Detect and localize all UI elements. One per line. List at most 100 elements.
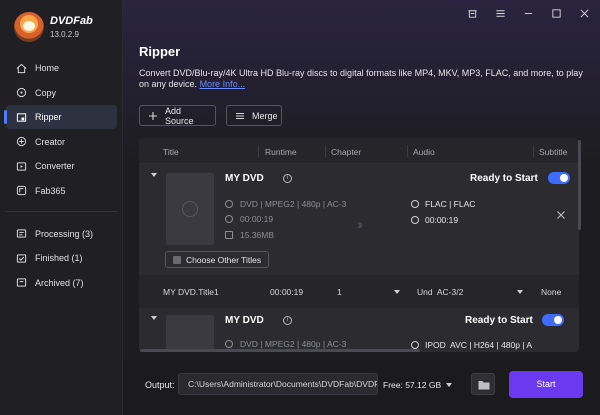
dvd-format: DVD | MPEG2 | 480p | AC-3 bbox=[225, 339, 346, 349]
minimize-icon[interactable] bbox=[523, 8, 534, 19]
source-item: MY DVD i DVD | MPEG2 | 480p | AC-3 IPOD … bbox=[139, 308, 579, 352]
status-text: Ready to Start bbox=[465, 315, 533, 326]
profile-icon bbox=[411, 341, 419, 349]
table-row[interactable]: MY DVD.Title1 00:00:19 1 Und AC-3/2 None bbox=[139, 277, 579, 305]
row-subtitle[interactable]: None bbox=[541, 287, 561, 297]
sidebar-item-label: Processing (3) bbox=[35, 228, 94, 239]
creator-icon bbox=[16, 136, 27, 147]
sidebar-item-converter[interactable]: Converter bbox=[6, 154, 117, 178]
sidebar-item-ripper[interactable]: Ripper bbox=[6, 105, 117, 129]
start-button[interactable]: Start bbox=[509, 371, 583, 398]
sidebar-item-label: Archived (7) bbox=[35, 277, 84, 288]
converter-icon bbox=[16, 161, 27, 172]
horizontal-scrollbar[interactable] bbox=[140, 349, 420, 352]
header-divider bbox=[407, 145, 408, 157]
sidebar-nav: Home Copy Ripper Creator Converter Fab36… bbox=[6, 56, 117, 295]
more-info-link[interactable]: More Info... bbox=[200, 79, 246, 89]
header-divider bbox=[258, 145, 259, 157]
maximize-icon[interactable] bbox=[551, 8, 562, 19]
clock-icon bbox=[225, 215, 233, 223]
dvd-name: MY DVD bbox=[225, 173, 264, 184]
status-text: Ready to Start bbox=[470, 173, 538, 184]
chevron-down-icon[interactable] bbox=[517, 290, 523, 294]
brand: DVDFab 13.0.2.9 bbox=[14, 12, 93, 42]
sidebar-item-archived[interactable]: Archived (7) bbox=[6, 271, 117, 295]
output-label: Output: bbox=[145, 380, 175, 390]
dvd-duration: 00:00:19 bbox=[225, 214, 273, 224]
brand-name: DVDFab bbox=[50, 15, 93, 27]
menu-icon[interactable] bbox=[495, 8, 506, 19]
header-audio: Audio bbox=[413, 147, 435, 157]
row-title: MY DVD.Title1 bbox=[163, 287, 219, 297]
sidebar-item-label: Fab365 bbox=[35, 185, 66, 196]
sidebar-divider bbox=[6, 210, 117, 212]
output-duration-text: 00:00:19 bbox=[425, 215, 459, 225]
brand-version: 13.0.2.9 bbox=[50, 30, 79, 39]
format-icon bbox=[225, 200, 233, 208]
plus-icon bbox=[148, 111, 158, 121]
disc-icon bbox=[182, 201, 198, 217]
processing-icon bbox=[16, 228, 27, 239]
sidebar-item-copy[interactable]: Copy bbox=[6, 81, 117, 105]
profile-icon bbox=[411, 200, 419, 208]
info-icon[interactable]: i bbox=[283, 316, 292, 325]
archived-icon bbox=[16, 277, 27, 288]
merge-button[interactable]: Merge bbox=[226, 105, 282, 126]
main-panel: Ripper Convert DVD/Blu-ray/4K Ultra HD B… bbox=[123, 0, 600, 415]
close-window-icon[interactable] bbox=[579, 8, 590, 19]
window-controls bbox=[467, 8, 590, 19]
dvd-duration-text: 00:00:19 bbox=[240, 214, 274, 224]
collapse-caret-icon[interactable] bbox=[151, 173, 157, 177]
header-title: Title bbox=[163, 147, 179, 157]
format-icon bbox=[225, 340, 233, 348]
header-runtime: Runtime bbox=[265, 147, 297, 157]
dvd-thumbnail bbox=[166, 173, 214, 245]
sidebar-item-label: Copy bbox=[35, 87, 57, 98]
ready-toggle[interactable] bbox=[542, 314, 564, 326]
browse-folder-button[interactable] bbox=[471, 373, 495, 395]
sidebar-item-creator[interactable]: Creator bbox=[6, 130, 117, 154]
add-source-label: Add Source bbox=[165, 105, 194, 126]
sidebar-item-label: Finished (1) bbox=[35, 253, 83, 263]
row-audio[interactable]: Und AC-3/2 bbox=[417, 287, 463, 297]
vertical-scrollbar[interactable] bbox=[578, 140, 581, 230]
row-runtime: 00:00:19 bbox=[270, 287, 304, 297]
sidebar-item-processing[interactable]: Processing (3) bbox=[6, 222, 117, 246]
dvd-name: MY DVD bbox=[225, 315, 264, 326]
header-divider bbox=[533, 145, 534, 157]
clock-icon bbox=[411, 216, 419, 224]
merge-icon bbox=[235, 111, 245, 121]
ripper-icon bbox=[16, 112, 27, 123]
output-profile-text: FLAC | FLAC bbox=[425, 199, 476, 209]
header-divider bbox=[325, 145, 326, 157]
row-chapter[interactable]: 1 bbox=[337, 287, 342, 297]
page-description: Convert DVD/Blu-ray/4K Ultra HD Blu-ray … bbox=[139, 68, 589, 90]
sidebar-item-fab365[interactable]: Fab365 bbox=[6, 179, 117, 203]
info-icon[interactable]: i bbox=[283, 174, 292, 183]
list-icon bbox=[173, 255, 181, 264]
output-profile[interactable]: IPOD AVC | H264 | 480p | A bbox=[411, 340, 532, 350]
close-icon[interactable] bbox=[556, 210, 566, 220]
sidebar-item-label: Creator bbox=[35, 136, 66, 147]
dvd-size-text: 15.36MB bbox=[240, 230, 275, 240]
merge-label: Merge bbox=[252, 110, 278, 121]
sidebar-item-finished[interactable]: Finished (1) bbox=[6, 246, 117, 270]
output-path-field[interactable]: C:\Users\Administrator\Documents\DVDFab\… bbox=[178, 373, 378, 395]
dvd-format-text: DVD | MPEG2 | 480p | AC-3 bbox=[240, 199, 347, 209]
chevron-down-icon[interactable] bbox=[446, 383, 452, 387]
page-title: Ripper bbox=[139, 44, 181, 59]
collapse-caret-icon[interactable] bbox=[151, 316, 157, 320]
store-icon[interactable] bbox=[467, 8, 478, 19]
sidebar-item-home[interactable]: Home bbox=[6, 56, 117, 80]
finished-icon bbox=[16, 253, 27, 264]
add-source-button[interactable]: Add Source bbox=[139, 105, 216, 126]
header-chapter: Chapter bbox=[331, 147, 362, 157]
choose-other-titles-button[interactable]: Choose Other Titles bbox=[165, 251, 270, 268]
free-space[interactable]: Free: 57.12 GB bbox=[383, 380, 441, 390]
output-profile[interactable]: FLAC | FLAC bbox=[411, 199, 475, 209]
sidebar-item-label: Ripper bbox=[35, 112, 62, 122]
ready-toggle[interactable] bbox=[548, 172, 570, 184]
table-header: Title Runtime Chapter Audio Subtitle bbox=[139, 138, 579, 164]
dvd-format-text: DVD | MPEG2 | 480p | AC-3 bbox=[240, 339, 347, 349]
chevron-down-icon[interactable] bbox=[394, 290, 400, 294]
